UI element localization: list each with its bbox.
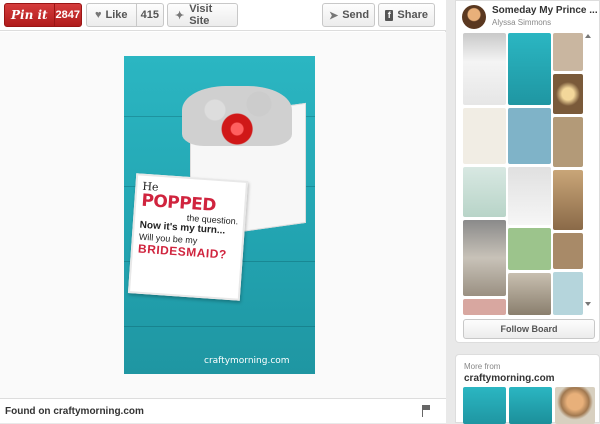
globe-icon: ✦ [175,9,185,22]
board-thumb[interactable] [463,299,506,315]
send-plane-icon: ➤ [329,9,339,22]
like-count: 415 [140,9,159,21]
more-from-label: More from [464,362,501,371]
board-thumb[interactable] [553,74,583,114]
pin-footer: Found on craftymorning.com [0,398,446,423]
pin-main-panel: Pin it 2847 ♥ Like 415 ✦ Visit Site ➤ Se… [0,0,446,423]
board-thumb[interactable] [508,228,551,270]
share-label: Share [397,9,428,21]
pin-it-button[interactable]: Pin it 2847 [4,3,82,27]
more-thumb[interactable] [509,387,552,424]
board-thumb[interactable] [463,220,506,296]
send-label: Send [342,9,370,21]
board-thumb[interactable] [463,108,506,164]
board-card: Someday My Prince ... Alyssa Simmons Fol… [455,0,600,343]
like-button[interactable]: ♥ Like 415 [86,3,164,27]
visit-site-label: Visit Site [189,3,213,27]
board-thumb[interactable] [553,33,583,71]
flag-icon[interactable] [422,405,431,417]
more-thumb[interactable] [555,387,595,424]
board-title[interactable]: Someday My Prince ... [492,5,598,16]
board-thumb[interactable] [508,167,551,225]
pin-count: 2847 [55,9,81,21]
scroll-down-icon[interactable] [585,302,591,306]
send-button[interactable]: ➤ Send [322,3,375,27]
like-label: Like [105,9,128,21]
visit-site-button[interactable]: ✦ Visit Site [167,3,238,27]
more-thumb[interactable] [463,387,506,424]
follow-board-button[interactable]: Follow Board [463,319,595,339]
board-thumb[interactable] [553,233,583,269]
board-thumb[interactable] [553,170,583,230]
pin-it-label: Pin it [5,4,55,26]
share-button[interactable]: f Share [378,3,435,27]
ring-pop [220,111,258,151]
pin-image[interactable]: He POPPED the question. Now it's my turn… [124,56,315,374]
bridesmaid-card: He POPPED the question. Now it's my turn… [127,173,249,301]
board-scrollbar[interactable] [585,34,591,306]
board-thumb[interactable] [508,108,551,164]
scroll-up-icon[interactable] [585,34,591,38]
more-from-source[interactable]: craftymorning.com [464,373,555,384]
heart-icon: ♥ [95,9,102,21]
board-thumb[interactable] [553,117,583,167]
pin-toolbar: Pin it 2847 ♥ Like 415 ✦ Visit Site ➤ Se… [0,0,446,31]
avatar[interactable] [462,5,486,29]
board-thumb[interactable] [463,33,506,105]
found-on-link[interactable]: Found on craftymorning.com [5,406,144,417]
board-thumb[interactable] [463,167,506,217]
board-thumb[interactable] [553,272,583,315]
board-thumb[interactable] [508,33,551,105]
image-watermark: craftymorning.com [204,356,290,366]
sidebar: Someday My Prince ... Alyssa Simmons Fol… [455,0,600,424]
board-user[interactable]: Alyssa Simmons [492,18,551,27]
more-from-card: More from craftymorning.com [455,354,600,424]
board-thumb[interactable] [508,273,551,315]
facebook-icon: f [385,9,394,21]
